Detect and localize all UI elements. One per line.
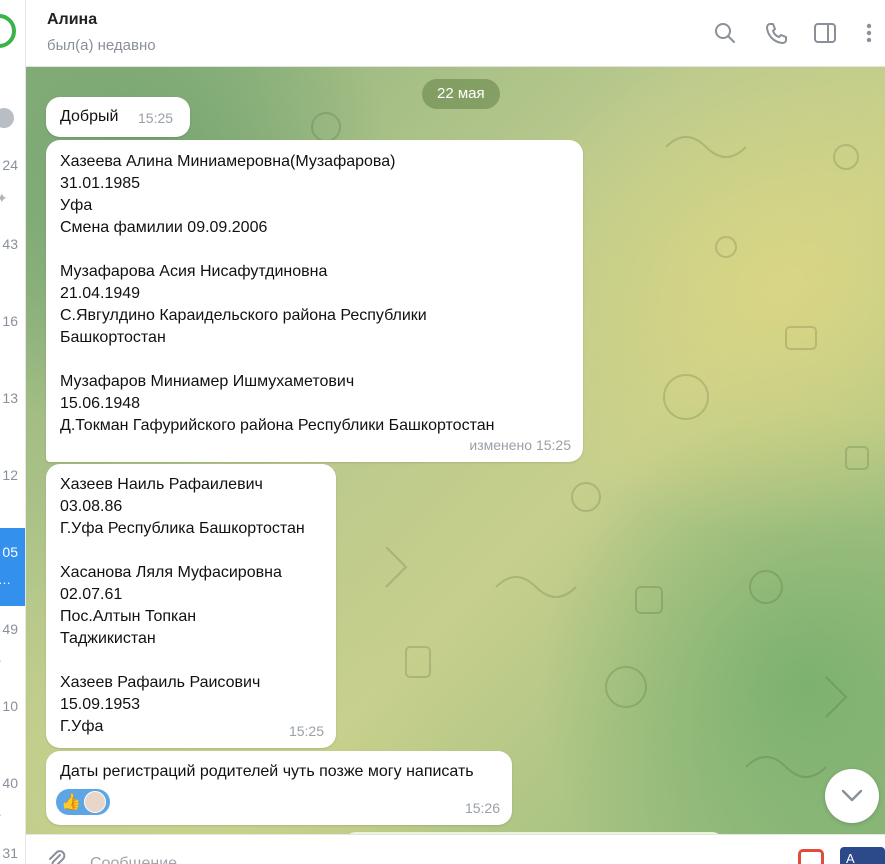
message-line: Хасанова Ляля Муфасировна	[60, 564, 282, 581]
message-line: Таджикистан	[60, 630, 156, 647]
active-chat-item[interactable]: 05 …	[0, 528, 25, 606]
chat-header: Алина был(а) недавно	[26, 0, 885, 67]
message-bubble[interactable]: Даты регистраций родителей чуть позже мо…	[46, 751, 512, 825]
chat-status: был(а) недавно	[47, 37, 156, 54]
chat-time: 05	[2, 544, 18, 560]
app-logo-icon	[0, 14, 16, 48]
message-bubble[interactable]: Хазеев Наиль Рафаилевич 03.08.86 Г.Уфа Р…	[46, 464, 336, 748]
message-time: 15:25	[138, 110, 174, 126]
chat-time: 24	[2, 157, 18, 173]
message-line: Уфа	[60, 197, 93, 214]
message-line	[60, 239, 494, 261]
chat-title[interactable]: Алина	[47, 11, 97, 29]
message-text: Хазеев Наиль Рафаилевич 03.08.86 Г.Уфа Р…	[60, 474, 305, 738]
chat-time: 43	[2, 236, 18, 252]
message-text: Добрый	[60, 108, 119, 125]
message-line: Музафаров Миниамер Ишмухаметович	[60, 373, 355, 390]
chat-preview-ellipsis: .	[0, 804, 2, 819]
message-line: 21.04.1949	[60, 285, 141, 302]
message-line: Г.Уфа	[60, 718, 104, 735]
message-input[interactable]: Сообщение	[90, 855, 177, 864]
message-time: 15:26	[464, 800, 500, 816]
message-composer: Сообщение A	[26, 834, 885, 864]
chat-time: 49	[2, 621, 18, 637]
message-area[interactable]: 22 мая Добрый 15:25 Хазеева Алина Миниам…	[26, 67, 885, 834]
message-line: Хазеева Алина Миниамеровна(Музафарова)	[60, 153, 396, 170]
message-line: 15.06.1948	[60, 395, 141, 412]
chat-time: 16	[2, 313, 18, 329]
message-line	[60, 540, 305, 562]
message-time: 15:25	[288, 723, 324, 739]
chevron-down-icon	[841, 789, 863, 802]
taskbar-app-icon[interactable]: A	[840, 847, 885, 864]
chat-preview-ellipsis: .	[0, 650, 2, 665]
chat-time: 31	[2, 845, 18, 861]
thumbs-up-icon: 👍	[61, 794, 81, 811]
message-bubble[interactable]: Хазеева Алина Миниамеровна(Музафарова) 3…	[46, 140, 583, 462]
scroll-to-bottom-button[interactable]	[825, 769, 879, 823]
reaction-badge[interactable]: 👍	[56, 789, 110, 815]
message-line	[60, 349, 494, 371]
message-line	[60, 650, 305, 672]
paperclip-icon[interactable]	[44, 847, 68, 864]
pin-icon: ✦	[0, 190, 8, 207]
message-line: Хазеев Наиль Рафаилевич	[60, 476, 263, 493]
phone-icon[interactable]	[763, 20, 789, 46]
saved-chat-avatar[interactable]	[0, 108, 14, 128]
message-line: Хазеев Рафаиль Раисович	[60, 674, 261, 691]
message-line: 02.07.61	[60, 586, 123, 603]
more-vertical-icon[interactable]	[856, 20, 882, 46]
message-line: Г.Уфа Республика Башкортостан	[60, 520, 305, 537]
message-text: Даты регистраций родителей чуть позже мо…	[60, 763, 474, 780]
taskbar-app-icon[interactable]	[798, 849, 824, 864]
message-line: Д.Токман Гафурийского района Республики …	[60, 417, 495, 434]
chat-time: 13	[2, 390, 18, 406]
chat-list-fragment: 24 ✦ 43 16 13 12 05 … 49 . 10 40 . 31	[0, 0, 26, 864]
sidebar-toggle-icon[interactable]	[812, 20, 838, 46]
message-bubble[interactable]: Добрый 15:25	[46, 97, 190, 137]
chat-time: 10	[2, 698, 18, 714]
date-separator[interactable]: 22 мая	[422, 79, 500, 109]
chat-preview-ellipsis: …	[0, 572, 11, 587]
message-line: Смена фамилии 09.09.2006	[60, 219, 268, 236]
message-line: Башкортостан	[60, 329, 166, 346]
chat-time: 40	[2, 775, 18, 791]
message-line: 31.01.1985	[60, 175, 141, 192]
search-icon[interactable]	[712, 20, 738, 46]
message-text: Хазеева Алина Миниамеровна(Музафарова) 3…	[60, 151, 494, 437]
message-line: 03.08.86	[60, 498, 123, 515]
message-line: Музафарова Асия Нисафутдиновна	[60, 263, 328, 280]
chat-time: 12	[2, 467, 18, 483]
message-line: Пос.Алтын Топкан	[60, 608, 197, 625]
reactor-avatar	[84, 791, 106, 813]
message-line: С.Явгулдино Караидельского района Респуб…	[60, 307, 427, 324]
message-time: изменено 15:25	[469, 437, 571, 453]
message-line: 15.09.1953	[60, 696, 141, 713]
